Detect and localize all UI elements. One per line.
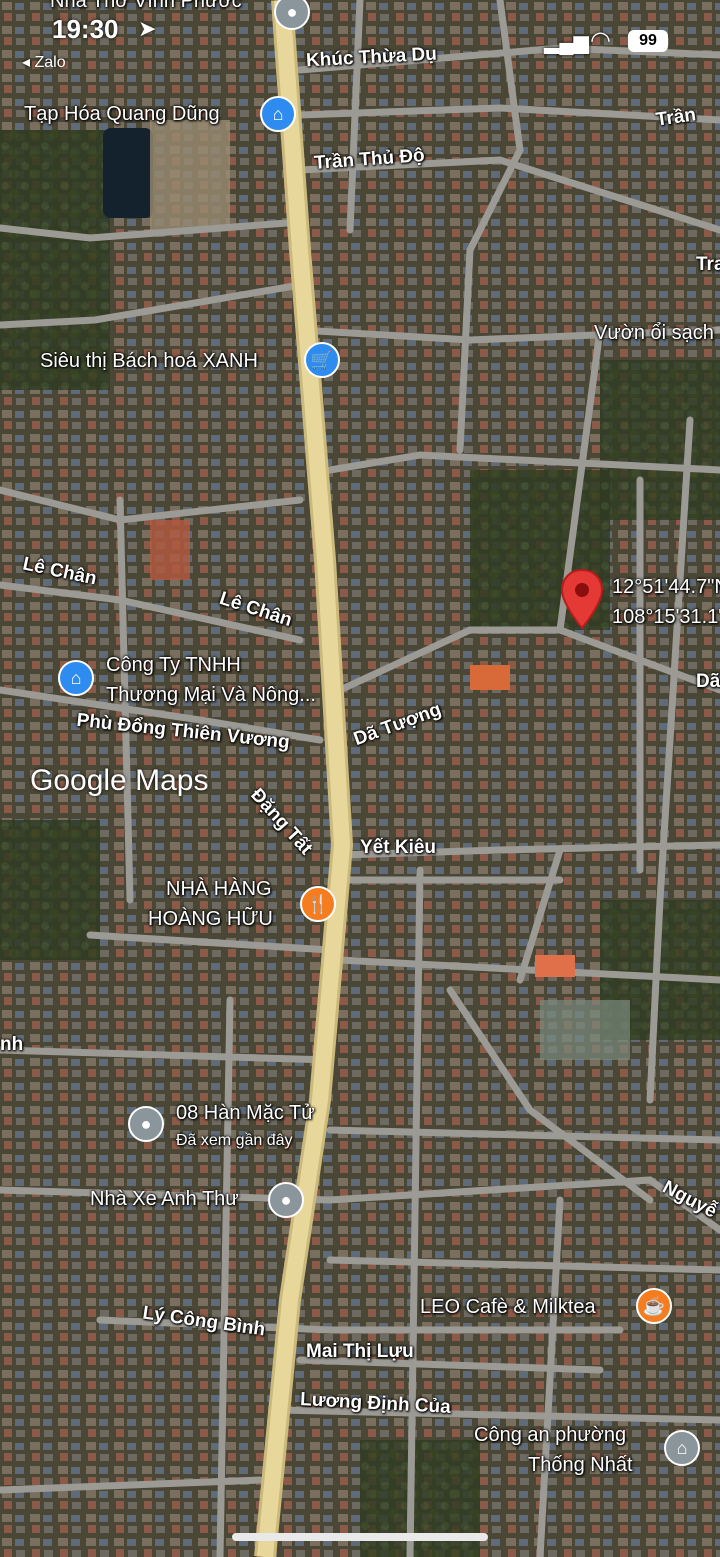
google-maps-logo: Google Maps xyxy=(30,764,209,797)
cafe-icon[interactable]: ☕ xyxy=(636,1288,672,1324)
poi-sublabel-recent: Đã xem gần đây xyxy=(176,1132,293,1149)
dropped-pin-icon[interactable] xyxy=(560,568,604,632)
government-building-icon[interactable]: ⌂ xyxy=(664,1430,700,1466)
road-da-right: Dã xyxy=(696,671,720,692)
poi-label-nha-hang-1[interactable]: NHÀ HÀNG xyxy=(166,878,272,900)
shopping-bag-icon[interactable]: ⌂ xyxy=(260,96,296,132)
shopping-bag-icon[interactable]: ⌂ xyxy=(58,660,94,696)
road-tra-right: Tra xyxy=(696,254,720,275)
poi-label-han-mac-tu[interactable]: 08 Hàn Mặc Tử xyxy=(176,1102,315,1124)
poi-label-vuon-oi[interactable]: Vườn ổi sạch xyxy=(594,322,714,344)
back-to-zalo-link[interactable]: ◂ Zalo xyxy=(22,52,66,72)
battery-indicator: 99 xyxy=(628,30,668,52)
place-pin-icon[interactable]: ● xyxy=(268,1182,304,1218)
wifi-icon: ◠ xyxy=(590,27,611,54)
poi-label-cong-an-2[interactable]: Thống Nhất xyxy=(528,1454,633,1476)
road-nh-left: nh xyxy=(0,1034,24,1055)
poi-label-nha-hang-2[interactable]: HOÀNG HỮU xyxy=(148,908,273,930)
marker-longitude: 108°15'31.1"E xyxy=(612,606,720,628)
marker-latitude: 12°51'44.7"N xyxy=(612,576,720,598)
poi-label-tap-hoa[interactable]: Tạp Hóa Quang Dũng xyxy=(24,103,220,125)
shopping-cart-icon[interactable]: 🛒 xyxy=(304,342,340,378)
poi-label-cong-an-1[interactable]: Công an phường xyxy=(474,1424,626,1446)
place-pin-icon[interactable]: ● xyxy=(128,1106,164,1142)
road-mai-thi-luu: Mai Thị Lựu xyxy=(306,1341,414,1362)
signal-icon: ▂▄▆ xyxy=(544,32,589,54)
poi-label-cong-ty-2[interactable]: Thương Mại Và Nông... xyxy=(106,684,316,706)
clock: 19:30 xyxy=(52,14,119,44)
poi-label-cong-ty-1[interactable]: Công Ty TNHH xyxy=(106,654,241,676)
restaurant-icon[interactable]: 🍴 xyxy=(300,886,336,922)
poi-label-bach-hoa[interactable]: Siêu thị Bách hoá XANH xyxy=(40,350,258,372)
location-arrow-icon: ➤ xyxy=(138,16,157,41)
poi-label-leo-cafe[interactable]: LEO Cafè & Milktea xyxy=(420,1296,596,1318)
road-yet-kieu: Yết Kiêu xyxy=(360,837,437,858)
home-indicator[interactable] xyxy=(232,1533,488,1541)
poi-label-top[interactable]: Nhà Thờ Vĩnh Phước xyxy=(50,0,242,12)
poi-label-nha-xe[interactable]: Nhà Xe Anh Thư xyxy=(90,1188,239,1210)
